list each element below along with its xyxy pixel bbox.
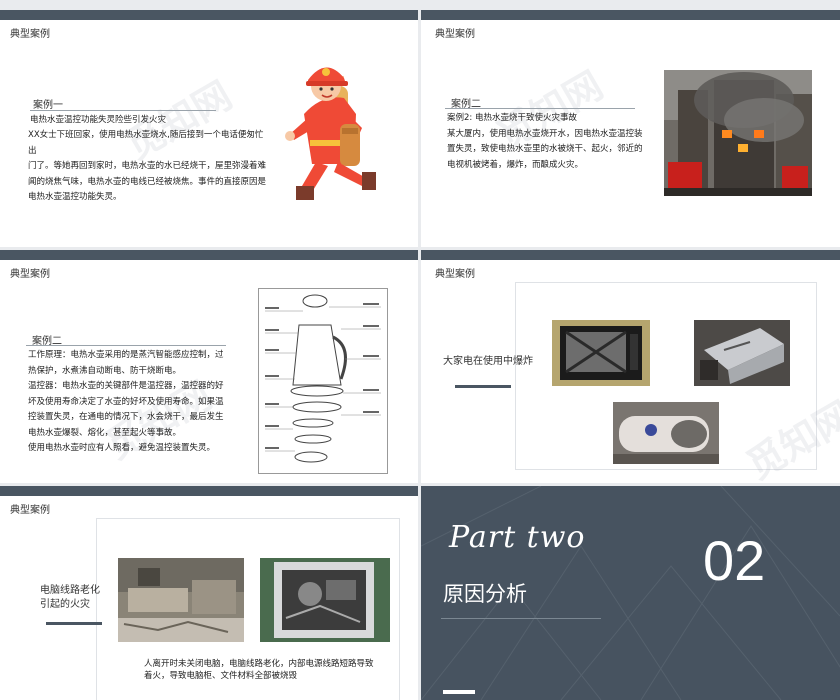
burnt-water-heater-photo — [613, 402, 719, 464]
slide-part-two-cover[interactable]: Part two 02 原因分析 — [421, 486, 840, 700]
part-title-cn: 原因分析 — [443, 582, 527, 606]
case-body: 人离开时未关闭电脑，电脑线路老化，内部电源线路短路导致 着火，导致电脑柜、文件材… — [144, 659, 374, 681]
section-tag: 典型案例 — [10, 505, 50, 516]
slide-header-bar — [421, 250, 840, 260]
title-underline — [441, 618, 601, 619]
burnt-office-photo — [118, 558, 244, 642]
case-underline — [26, 345, 226, 346]
slide-case-one[interactable]: 典型案例 觅知网 案例一 电热水壶温控功能失灵险些引发火灾 XX女士下班回家，使… — [0, 10, 418, 247]
slide-case-two-principle[interactable]: 典型案例 觅知网 案例二 工作原理：电热水壶采用的是蒸汽智能感应控制，过 热保护… — [0, 250, 418, 483]
slide-header-bar — [421, 10, 840, 20]
slide-header-bar — [0, 486, 418, 496]
burnt-computer-case-photo — [260, 558, 390, 642]
slide-header-bar — [0, 10, 418, 20]
slide-computer-fire[interactable]: 典型案例 电脑线路老化 引起的火灾 人离开时未关闭电脑，电脑线路老化，内部电源线… — [0, 486, 418, 700]
kettle-parts-diagram — [258, 288, 388, 474]
caption-bar — [455, 385, 511, 388]
case-body: 工作原理：电热水壶采用的是蒸汽智能感应控制，过 热保护，水煮沸自动断电、防干烧断… — [28, 350, 224, 453]
caption-bar — [46, 622, 102, 625]
section-tag: 典型案例 — [10, 269, 50, 280]
firefighter-illustration — [285, 67, 376, 200]
case-underline — [30, 110, 216, 111]
slide-header-bar — [0, 250, 418, 260]
burnt-fridge-photo — [694, 320, 790, 386]
building-fire-photo — [664, 70, 812, 196]
case-label: 案例一 — [33, 100, 63, 111]
burnt-tv-photo — [552, 320, 650, 386]
section-tag: 典型案例 — [435, 269, 475, 280]
side-caption: 电脑线路老化 引起的火灾 — [40, 585, 100, 610]
section-tag: 典型案例 — [435, 29, 475, 40]
slide-case-two[interactable]: 典型案例 觅知网 案例二 案例2: 电热水壶烧干致使火灾事故 某大厦内，使用电热… — [421, 10, 840, 247]
case-title: 电热水壶温控功能失灵险些引发火灾 — [30, 115, 167, 125]
part-number: 02 — [703, 529, 766, 592]
slide-appliance-explosion[interactable]: 典型案例 觅知网 大家电在使用中爆炸 — [421, 250, 840, 483]
section-tag: 典型案例 — [10, 29, 50, 40]
case-body: 案例2: 电热水壶烧干致使火灾事故 某大厦内，使用电热水壶烧开水，因电热水壶温控… — [447, 113, 643, 170]
bottom-bar — [443, 690, 475, 694]
part-title-en: Part two — [449, 520, 586, 555]
slide-caption: 大家电在使用中爆炸 — [443, 356, 533, 367]
case-underline — [445, 108, 635, 109]
case-body: XX女士下班回家，使用电热水壶烧水,随后接到一个电话便匆忙出 门了。等她再回到家… — [28, 130, 267, 202]
